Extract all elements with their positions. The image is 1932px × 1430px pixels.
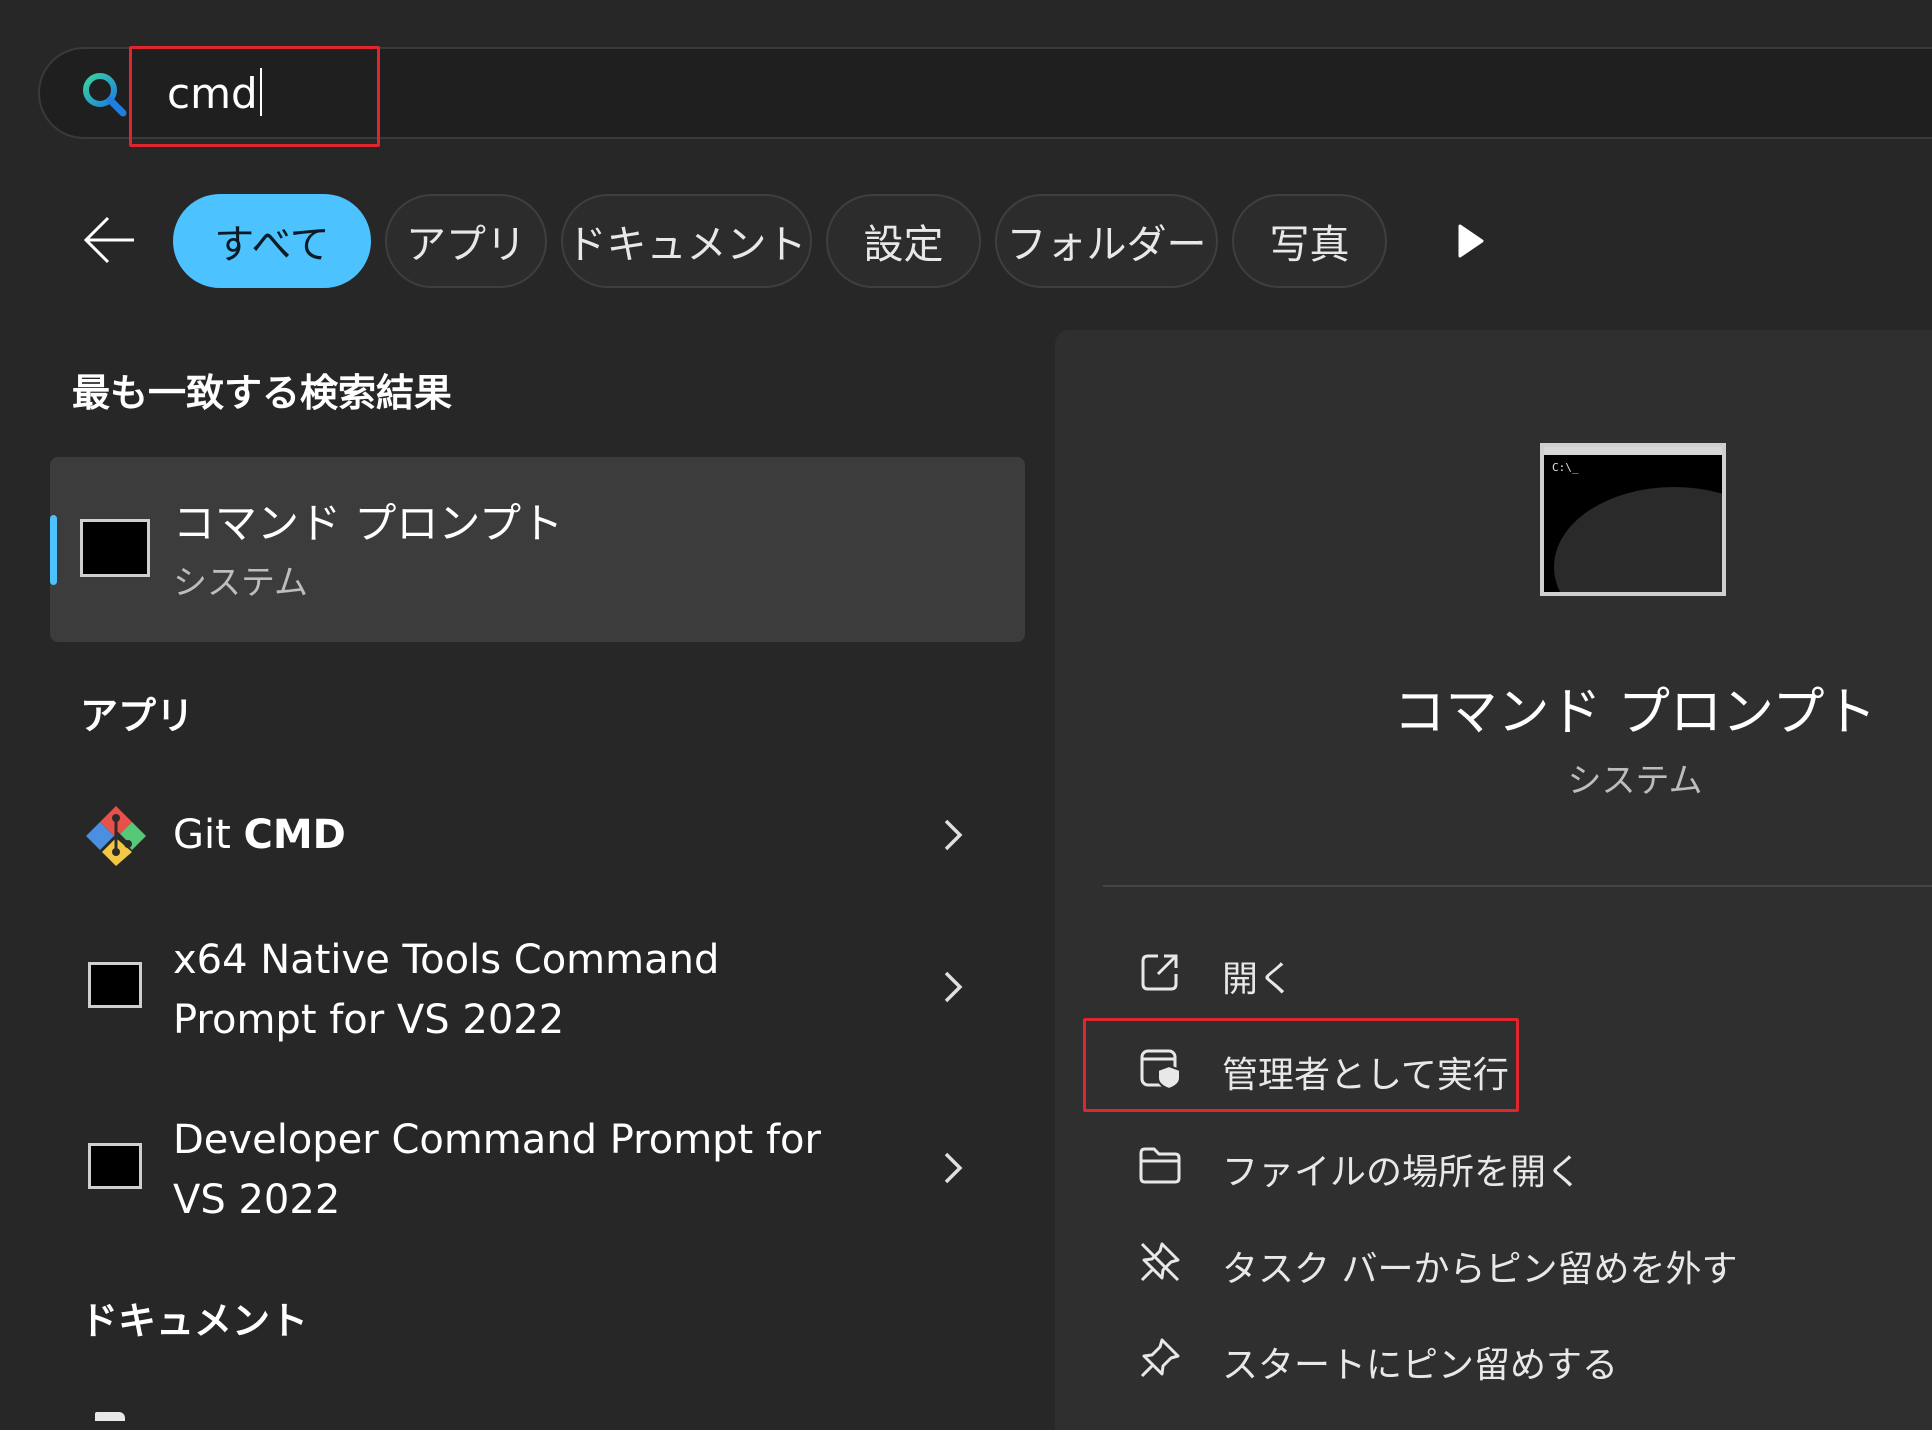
git-icon	[86, 806, 146, 866]
filter-chip-label: フォルダー	[1006, 222, 1207, 268]
open-external-icon	[1141, 954, 1178, 991]
action-open[interactable]	[1100, 945, 1800, 1005]
pin-icon	[1140, 1338, 1180, 1378]
best-match-heading: 最も一致する検索結果	[72, 371, 453, 415]
filter-chip-label: すべて	[214, 222, 330, 268]
cmd-icon	[88, 1143, 142, 1189]
filter-chip-label: アプリ	[406, 222, 526, 268]
filter-chip-label: 写真	[1269, 222, 1350, 268]
cmd-icon	[80, 519, 150, 577]
action-label: スタートにピン留めする	[1222, 1345, 1619, 1386]
filter-chip-apps[interactable]: アプリ	[385, 194, 547, 288]
documents-heading: ドキュメント	[80, 1299, 309, 1343]
cmd-prompt-text: C:\_	[1552, 461, 1579, 474]
cmd-large-icon: C:\_	[1540, 443, 1726, 596]
selection-indicator	[50, 515, 57, 585]
best-match-name: コマンド プロンプト	[173, 499, 564, 548]
folder-icon	[1139, 1147, 1181, 1184]
filter-chip-photos[interactable]: 写真	[1232, 194, 1387, 288]
app-name-line2: Prompt for VS 2022	[173, 997, 565, 1043]
cmd-window-titlebar	[1544, 447, 1722, 455]
cmd-window-glow	[1554, 487, 1722, 592]
search-highlight-box	[129, 46, 380, 147]
app-name: Git CMD	[173, 805, 346, 865]
app-name-match: CMD	[243, 812, 346, 858]
action-label: 開く	[1222, 959, 1295, 1000]
more-filters-arrow-icon[interactable]	[1454, 222, 1486, 260]
chevron-right-icon[interactable]	[942, 817, 966, 853]
app-name-line1: Developer Command Prompt for	[173, 1117, 821, 1163]
app-name-part: Git	[173, 812, 244, 858]
back-arrow-icon[interactable]	[80, 210, 140, 270]
filter-chip-all[interactable]: すべて	[173, 194, 371, 288]
detail-name: コマンド プロンプト	[1393, 683, 1877, 743]
detail-divider	[1103, 885, 1932, 887]
unpin-icon	[1140, 1242, 1180, 1282]
detail-type: システム	[1567, 761, 1703, 801]
shield-run-icon	[1140, 1049, 1181, 1090]
app-name-line2: VS 2022	[173, 1177, 341, 1223]
chevron-right-icon[interactable]	[942, 1150, 966, 1186]
document-icon	[95, 1412, 125, 1421]
action-label: ファイルの場所を開く	[1222, 1152, 1583, 1193]
filter-chip-settings[interactable]: 設定	[826, 194, 981, 288]
filter-chip-label: ドキュメント	[566, 222, 807, 268]
chevron-right-icon[interactable]	[942, 969, 966, 1005]
best-match-type: システム	[173, 563, 308, 603]
filter-chip-documents[interactable]: ドキュメント	[561, 194, 812, 288]
apps-heading: アプリ	[80, 694, 195, 738]
cmd-icon	[88, 962, 142, 1008]
filter-chip-label: 設定	[863, 222, 944, 268]
action-label: 管理者として実行	[1222, 1055, 1509, 1096]
search-icon	[83, 73, 127, 117]
action-label: タスク バーからピン留めを外す	[1222, 1249, 1738, 1290]
filter-chip-folders[interactable]: フォルダー	[995, 194, 1218, 288]
app-name-line1: x64 Native Tools Command	[173, 937, 720, 983]
